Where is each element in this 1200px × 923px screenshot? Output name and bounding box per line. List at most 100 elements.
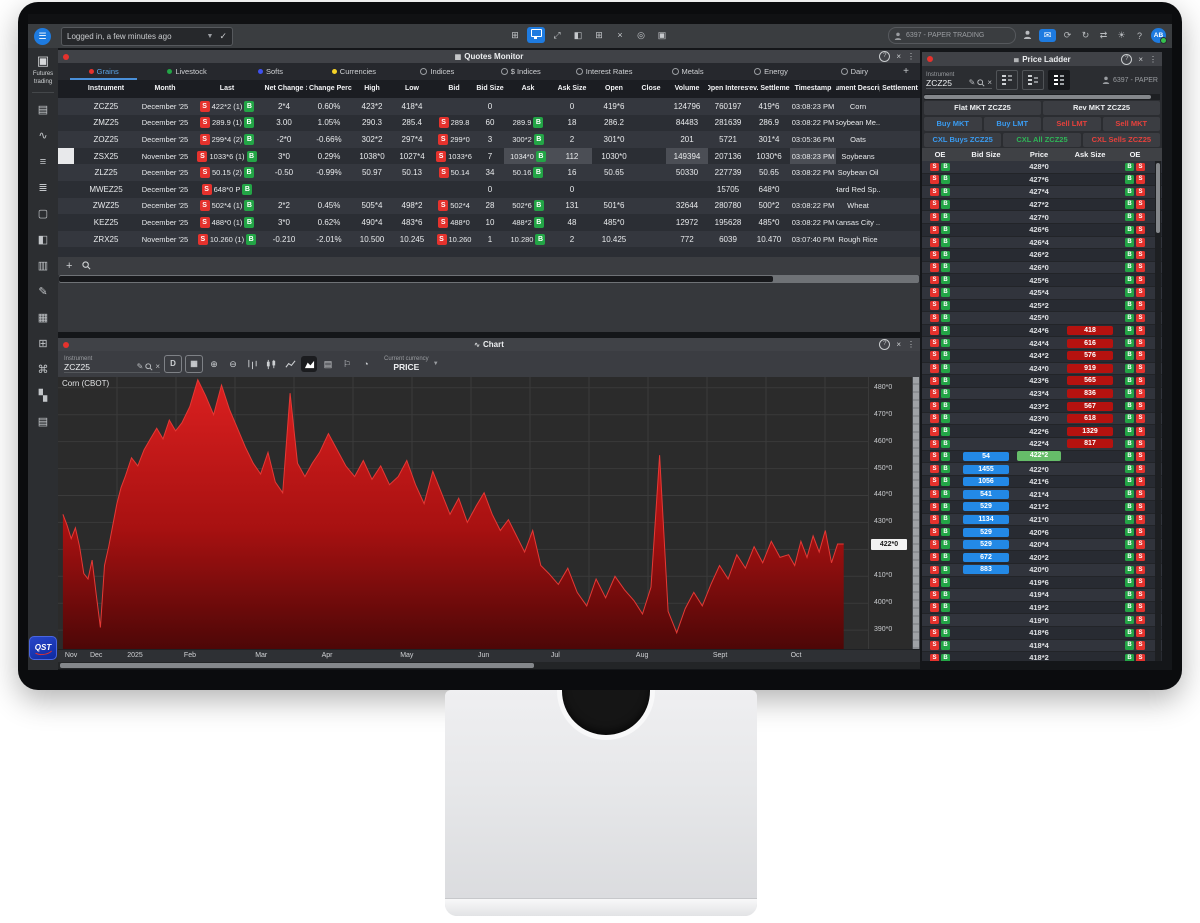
buy-badge[interactable]: B: [941, 654, 950, 661]
ladder-row[interactable]: SB1455422*0BS: [922, 463, 1162, 476]
chart-horizontal-scrollbar[interactable]: [58, 662, 920, 669]
sell-badge[interactable]: S: [930, 301, 939, 310]
buy-badge[interactable]: B: [941, 490, 950, 499]
buy-badge[interactable]: B: [1125, 616, 1134, 625]
zoom-in-icon[interactable]: ⊕: [206, 356, 222, 372]
sell-badge[interactable]: S: [930, 339, 939, 348]
ladder-row[interactable]: SB423*6565BS: [922, 375, 1162, 388]
price-cell[interactable]: 423*6: [1014, 376, 1064, 385]
sell-badge[interactable]: S: [436, 151, 446, 162]
sell-badge[interactable]: S: [930, 566, 939, 575]
ladder-row[interactable]: SB425*0BS: [922, 312, 1162, 325]
ladder-horizontal-scrollbar[interactable]: [924, 94, 1160, 100]
sidebar-item-price-ladder[interactable]: ≣: [38, 175, 47, 201]
monitor-view-icon[interactable]: [527, 27, 545, 43]
ladder-row[interactable]: SB418*2BS: [922, 652, 1162, 661]
cancel-sells-button[interactable]: CXL Sells ZCZ25: [1083, 133, 1160, 147]
sell-badge[interactable]: S: [439, 117, 449, 128]
buy-badge[interactable]: B: [941, 251, 950, 260]
help-icon[interactable]: ?: [879, 51, 890, 62]
ask-size-cell[interactable]: 618: [1064, 414, 1116, 423]
buy-badge[interactable]: B: [941, 377, 950, 386]
scrollbar-thumb[interactable]: [59, 276, 773, 282]
sell-badge[interactable]: S: [1136, 364, 1145, 373]
buy-badge[interactable]: B: [244, 217, 254, 228]
ladder-row[interactable]: SB54422*2BS: [922, 451, 1162, 464]
sell-badge[interactable]: S: [930, 238, 939, 247]
price-cell[interactable]: 426*4: [1014, 238, 1064, 247]
buy-badge[interactable]: B: [244, 101, 254, 112]
scrollbar-thumb[interactable]: [1156, 163, 1160, 233]
sell-badge[interactable]: S: [1136, 465, 1145, 474]
buy-badge[interactable]: B: [941, 566, 950, 575]
price-cell[interactable]: 421*6: [1014, 477, 1064, 486]
ladder-row[interactable]: SB426*6BS: [922, 224, 1162, 237]
ask-size-cell[interactable]: 567: [1064, 402, 1116, 411]
ladder-view-compact-button[interactable]: [996, 70, 1018, 90]
tab-currencies[interactable]: Currencies: [312, 63, 395, 80]
sell-badge[interactable]: S: [930, 490, 939, 499]
ladder-row[interactable]: SB425*2BS: [922, 300, 1162, 313]
ask-size-cell[interactable]: 616: [1064, 339, 1116, 348]
sell-badge[interactable]: S: [930, 553, 939, 562]
buy-badge[interactable]: B: [1125, 515, 1134, 524]
sell-badge[interactable]: S: [1136, 414, 1145, 423]
ask-size-cell[interactable]: 817: [1064, 439, 1116, 448]
buy-badge[interactable]: B: [941, 591, 950, 600]
buy-badge[interactable]: B: [1125, 629, 1134, 638]
table-row[interactable]: KEZ25December '25S488*0 (1)B3*00.62%490*…: [58, 214, 920, 231]
sidebar-item-hierarchy[interactable]: ⌘: [38, 357, 49, 383]
price-cell[interactable]: 419*6: [1014, 578, 1064, 587]
buy-badge[interactable]: B: [1125, 351, 1134, 360]
ladder-instrument-field[interactable]: Instrument ZCZ25 ✎ ×: [926, 72, 992, 89]
price-cell[interactable]: 426*6: [1014, 225, 1064, 234]
sidebar-item-market-grid[interactable]: ▤: [38, 409, 48, 435]
ladder-row[interactable]: SB427*0BS: [922, 211, 1162, 224]
kebab-menu-icon[interactable]: ⋮: [907, 52, 915, 61]
sell-badge[interactable]: S: [1136, 528, 1145, 537]
price-cell[interactable]: 421*4: [1014, 490, 1064, 499]
sidebar-item-notes[interactable]: ✎: [38, 279, 47, 305]
scrollbar-thumb[interactable]: [913, 377, 919, 649]
tab-softs[interactable]: Softs: [229, 63, 312, 80]
sidebar-item-positions[interactable]: ▢: [38, 201, 48, 227]
price-cell[interactable]: 423*0: [1014, 414, 1064, 423]
sell-badge[interactable]: S: [1136, 288, 1145, 297]
buy-badge[interactable]: B: [941, 553, 950, 562]
buy-badge[interactable]: B: [941, 603, 950, 612]
buy-badge[interactable]: B: [941, 503, 950, 512]
sell-badge[interactable]: S: [438, 200, 448, 211]
buy-market-button[interactable]: Buy MKT: [924, 117, 982, 131]
price-cell[interactable]: 425*2: [1014, 301, 1064, 310]
sell-badge[interactable]: S: [1136, 351, 1145, 360]
buy-badge[interactable]: B: [1125, 263, 1134, 272]
buy-badge[interactable]: B: [1125, 566, 1134, 575]
sell-badge[interactable]: S: [930, 364, 939, 373]
tab-interest-rates[interactable]: Interest Rates: [562, 63, 645, 80]
brightness-icon[interactable]: ☀: [1115, 30, 1128, 41]
table-row[interactable]: MWEZ25December '25S648*0 PB0015705648*0H…: [58, 181, 920, 198]
sell-badge[interactable]: S: [930, 276, 939, 285]
buy-badge[interactable]: B: [246, 234, 256, 245]
buy-badge[interactable]: B: [244, 117, 254, 128]
candles-chart-button[interactable]: [263, 356, 279, 372]
clear-icon[interactable]: ×: [155, 362, 160, 371]
buy-badge[interactable]: B: [941, 226, 950, 235]
bid-size-cell[interactable]: 672: [958, 553, 1014, 562]
search-instrument-icon[interactable]: [82, 261, 91, 272]
ladder-row[interactable]: SB425*6BS: [922, 274, 1162, 287]
help-icon[interactable]: ?: [879, 339, 890, 350]
price-cell[interactable]: 419*2: [1014, 603, 1064, 612]
sell-badge[interactable]: S: [438, 134, 448, 145]
sell-badge[interactable]: S: [930, 213, 939, 222]
add-tab-button[interactable]: +: [896, 66, 916, 77]
horizontal-scrollbar[interactable]: [59, 275, 919, 283]
buy-badge[interactable]: B: [244, 200, 254, 211]
sidebar-item-account[interactable]: ◧: [38, 227, 48, 253]
buy-badge[interactable]: B: [1125, 641, 1134, 650]
sell-badge[interactable]: S: [1136, 603, 1145, 612]
buy-badge[interactable]: B: [1125, 339, 1134, 348]
ladder-account[interactable]: 6397 - PAPER: [1102, 76, 1158, 84]
buy-badge[interactable]: B: [535, 234, 545, 245]
sidebar-item-futures-trading[interactable]: ▣ Futures trading: [28, 53, 58, 86]
